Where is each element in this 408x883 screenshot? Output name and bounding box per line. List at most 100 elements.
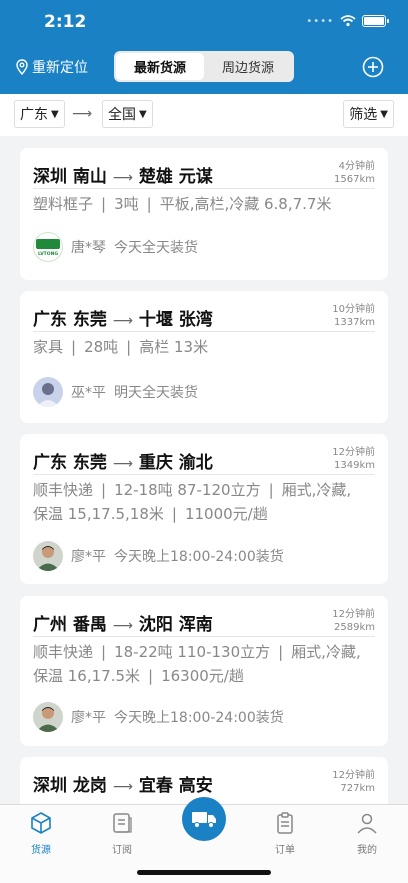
route: 广州 番禺 ⟶ 沈阳 浑南	[33, 610, 213, 635]
cargo-info: 家具 | 28吨 | 高栏 13米	[33, 338, 209, 356]
tab-label: 订单	[275, 845, 295, 856]
route-arrow-icon: ⟶	[112, 313, 133, 329]
cargo-card[interactable]: 深圳 南山 ⟶ 楚雄 元谋 4分钟前 1567km 塑料框子 | 3吨 | 平板,高栏,…	[20, 148, 388, 280]
shipper: 廖*平 今天晚上18:00-24:00装货	[33, 702, 284, 732]
battery-icon	[362, 15, 389, 27]
post-time: 12分钟前	[332, 770, 375, 781]
publish-truck-button[interactable]	[182, 797, 226, 841]
signal-icon: ••••	[306, 15, 334, 27]
tab-label: 货源	[31, 845, 51, 856]
status-time: 2:12	[44, 12, 87, 32]
distance: 1349km	[334, 460, 375, 471]
distance: 2589km	[334, 622, 375, 633]
route-arrow-icon: ⟶	[112, 456, 133, 472]
cargo-info: 塑料框子 | 3吨 | 平板,高栏,冷藏 6.8,7.7米	[33, 195, 332, 213]
relocate-button[interactable]: 重新定位	[16, 57, 88, 77]
route-from: 深圳 龙岗	[33, 776, 107, 796]
cargo-info: 顺丰快递 | 12-18吨 87-120立方 | 厢式,冷藏, 保温 15,17.5,1…	[33, 481, 352, 523]
route-to: 楚雄 元谋	[138, 167, 213, 187]
person-photo-icon	[36, 707, 60, 732]
tab-latest-sources[interactable]: 最新货源	[116, 53, 204, 80]
filter-bar: 广东 ▼ ⟶ 全国 ▼ 筛选 ▼	[0, 94, 408, 136]
status-bar: 2:12 ••••	[0, 0, 408, 44]
post-time: 12分钟前	[332, 609, 375, 620]
route: 深圳 南山 ⟶ 楚雄 元谋	[33, 162, 213, 187]
divider	[33, 636, 375, 637]
relocate-label: 重新定位	[32, 60, 88, 76]
tab-cargo-sources[interactable]: 货源	[11, 811, 71, 856]
cargo-card[interactable]: 广东 东莞 ⟶ 十堰 张湾 10分钟前 1337km 家具 | 28吨 | 高栏 13米…	[20, 291, 388, 423]
tab-subscribe[interactable]: 订阅	[92, 811, 152, 856]
truck-icon	[192, 812, 216, 828]
source-segmented-control: 最新货源 周边货源	[114, 51, 294, 82]
distance: 1337km	[334, 317, 375, 328]
distance: 727km	[340, 783, 375, 794]
person-icon	[357, 813, 377, 834]
route-to: 十堰 张湾	[138, 310, 213, 330]
origin-value: 广东	[20, 107, 48, 123]
post-meta: 12分钟前 727km	[332, 769, 375, 795]
location-pin-icon	[16, 59, 28, 75]
cube-icon	[31, 812, 51, 834]
add-icon[interactable]	[362, 56, 384, 78]
avatar: LVTONG	[33, 232, 63, 262]
route-to: 宜春 高安	[138, 776, 213, 796]
route-from: 广州 番禺	[33, 615, 107, 635]
cargo-card[interactable]: 广州 番禺 ⟶ 沈阳 浑南 12分钟前 2589km 顺丰快递 | 18-22吨 1…	[20, 596, 388, 746]
avatar	[33, 377, 63, 407]
caret-down-icon: ▼	[139, 108, 147, 120]
filter-dropdown[interactable]: 筛选 ▼	[343, 100, 394, 128]
tab-label: 订阅	[112, 845, 132, 856]
shipper: 廖*平 今天晚上18:00-24:00装货	[33, 541, 284, 571]
distance: 1567km	[334, 174, 375, 185]
tab-orders[interactable]: 订单	[255, 811, 315, 856]
cargo-card[interactable]: 广东 东莞 ⟶ 重庆 渝北 12分钟前 1349km 顺丰快递 | 12-18吨 8…	[20, 434, 388, 584]
origin-dropdown[interactable]: 广东 ▼	[14, 100, 65, 128]
route-from: 广东 东莞	[33, 453, 107, 473]
route-arrow-icon: ⟶	[72, 106, 93, 122]
destination-dropdown[interactable]: 全国 ▼	[102, 100, 153, 128]
shipper-name: 巫*平	[71, 385, 106, 401]
load-time: 今天晚上18:00-24:00装货	[114, 549, 284, 565]
post-time: 4分钟前	[338, 161, 375, 172]
caret-down-icon: ▼	[51, 108, 59, 120]
divider	[33, 331, 375, 332]
avatar	[33, 541, 63, 571]
load-time: 今天全天装货	[114, 240, 198, 256]
post-time: 12分钟前	[332, 447, 375, 458]
post-meta: 4分钟前 1567km	[334, 160, 375, 186]
person-photo-icon	[37, 383, 59, 407]
shipper: LVTONG 唐*琴 今天全天装货	[33, 232, 198, 262]
tab-label: 我的	[357, 845, 377, 856]
shipper: 巫*平 明天全天装货	[33, 377, 198, 407]
header: 2:12 •••• 重新定位 最新货源 周边货源	[0, 0, 408, 94]
svg-text:LVTONG: LVTONG	[38, 251, 58, 257]
route-to: 沈阳 浑南	[138, 615, 213, 635]
post-meta: 12分钟前 2589km	[332, 608, 375, 634]
clipboard-icon	[277, 812, 293, 834]
load-time: 明天全天装货	[114, 385, 198, 401]
lvtong-logo-icon: LVTONG	[36, 239, 60, 257]
home-indicator	[137, 870, 271, 875]
tab-mine[interactable]: 我的	[337, 811, 397, 856]
shipper-name: 廖*平	[71, 710, 106, 726]
nav-bar: 重新定位 最新货源 周边货源	[0, 50, 408, 84]
post-time: 10分钟前	[332, 304, 375, 315]
route: 广东 东莞 ⟶ 重庆 渝北	[33, 448, 213, 473]
wifi-icon	[340, 15, 356, 27]
divider	[33, 188, 375, 189]
load-time: 今天晚上18:00-24:00装货	[114, 710, 284, 726]
tab-nearby-sources[interactable]: 周边货源	[204, 53, 292, 80]
filter-label: 筛选	[349, 107, 378, 123]
subscribe-icon	[113, 813, 132, 833]
route: 广东 东莞 ⟶ 十堰 张湾	[33, 305, 213, 330]
destination-value: 全国	[108, 107, 136, 123]
post-meta: 12分钟前 1349km	[332, 446, 375, 472]
cargo-info: 顺丰快递 | 18-22吨 110-130立方 | 厢式,冷藏, 保温 16,17.5米…	[33, 643, 361, 685]
tab-bar: 货源 订阅 订单 我的	[0, 797, 408, 883]
route-from: 深圳 南山	[33, 167, 107, 187]
status-icons: ••••	[306, 15, 389, 27]
cargo-list: 深圳 南山 ⟶ 楚雄 元谋 4分钟前 1567km 塑料框子 | 3吨 | 平板,高栏,…	[0, 136, 408, 804]
route-arrow-icon: ⟶	[112, 618, 133, 634]
route-from: 广东 东莞	[33, 310, 107, 330]
